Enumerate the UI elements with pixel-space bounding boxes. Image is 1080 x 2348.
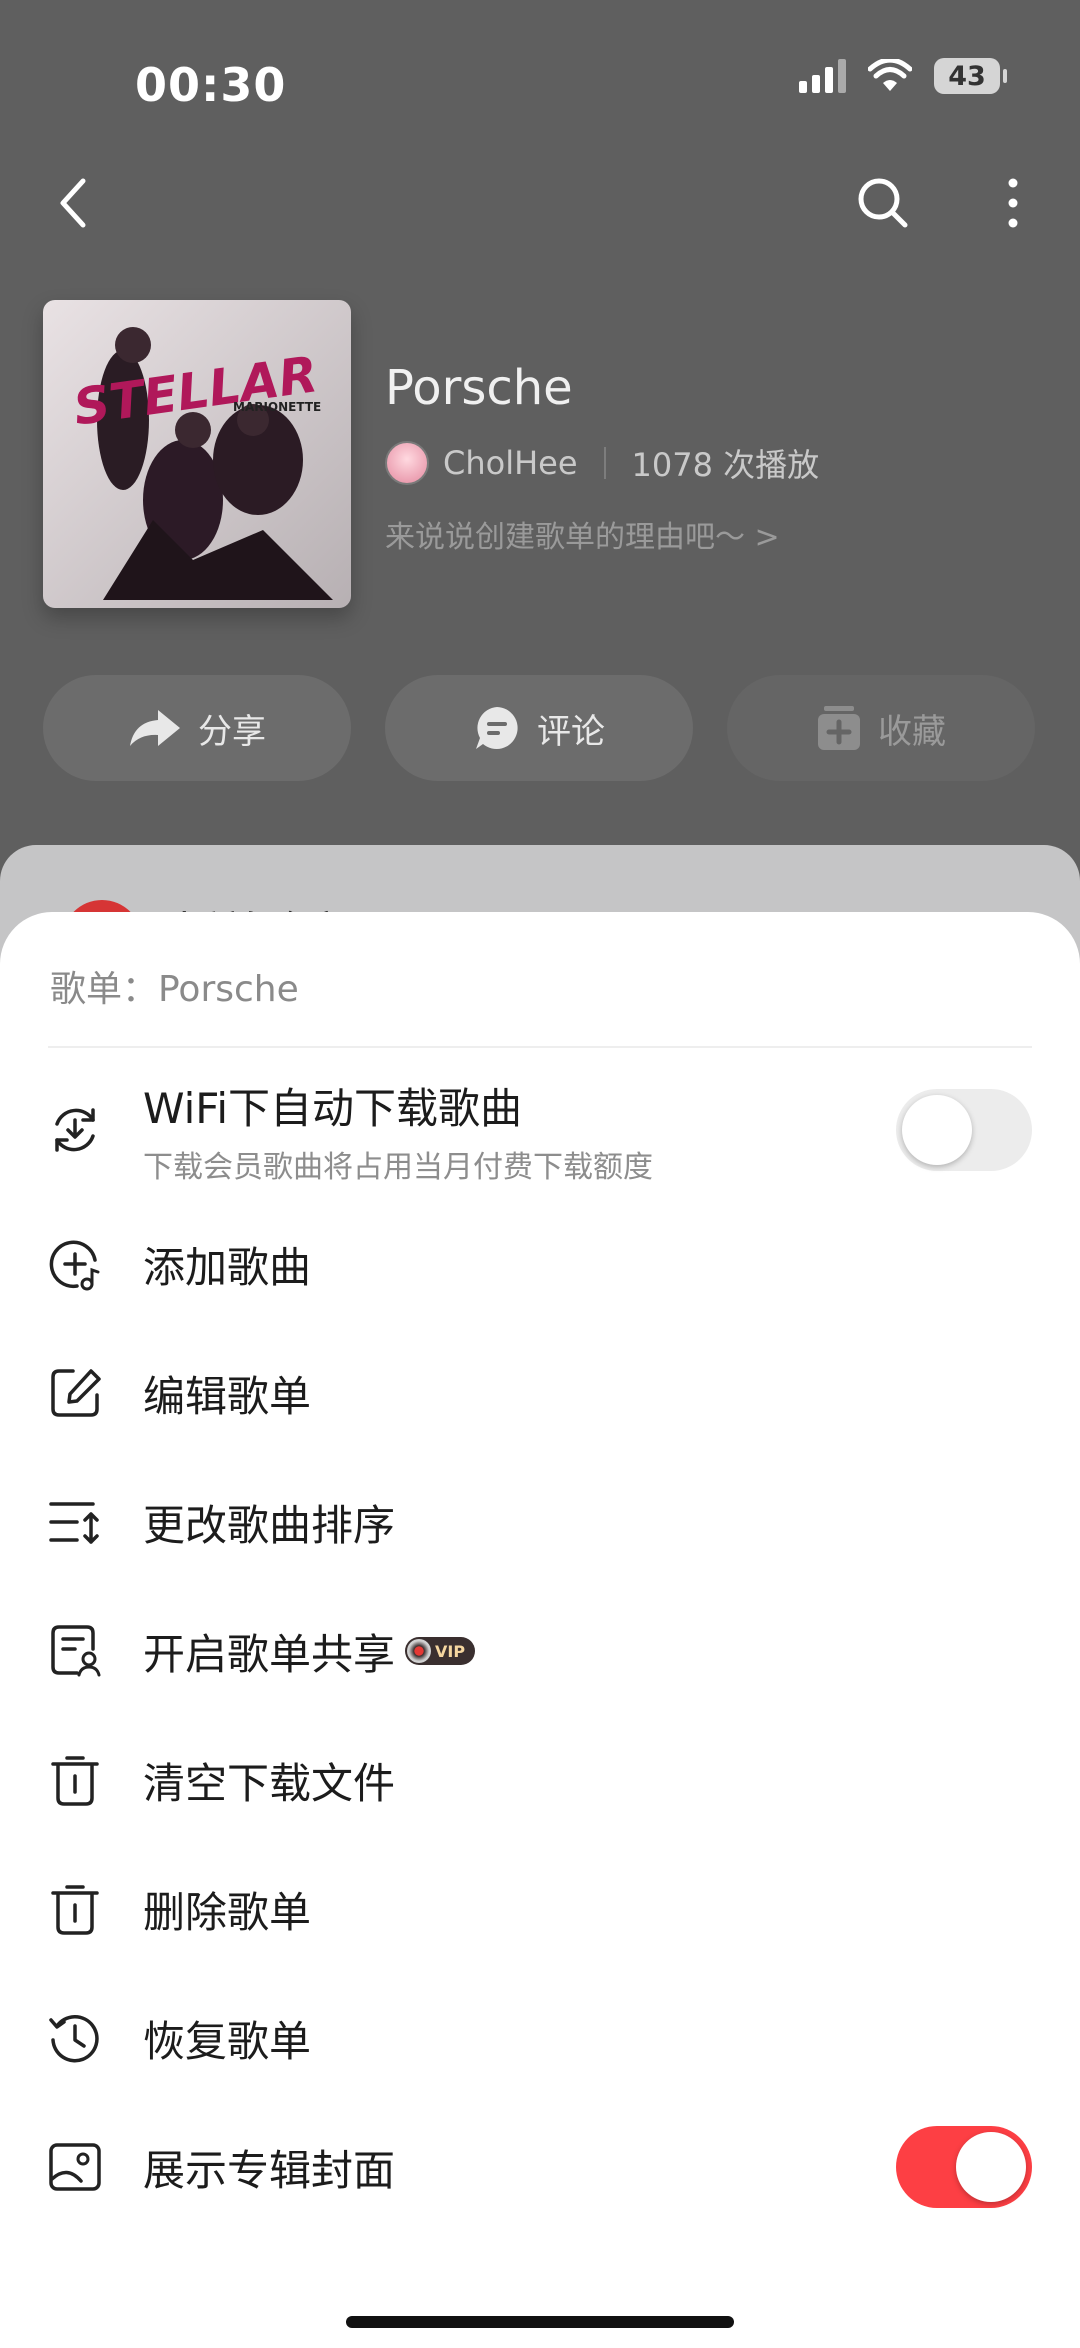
playlist-description[interactable]: 来说说创建歌单的理由吧～ > (385, 512, 780, 556)
share-label: 分享 (198, 711, 266, 752)
menu-item-label: 编辑歌单 (143, 1371, 312, 1421)
collect-button[interactable]: 收藏 (727, 675, 1035, 781)
auto-download-icon (45, 1100, 105, 1160)
status-time: 00:30 (135, 58, 287, 112)
menu-item-sublabel: 下载会员歌曲将占用当月付费下载额度 (143, 1149, 653, 1185)
battery-icon: 43 (934, 58, 1007, 94)
add-music-icon (45, 1234, 105, 1294)
menu-item-share-playlist[interactable]: 开启歌单共享 VIP (0, 1587, 1080, 1715)
vip-badge-label: VIP (435, 1641, 466, 1661)
menu-item-label: WiFi下自动下载歌曲 (143, 1083, 523, 1133)
cover-subtitle: MARIONETTE (233, 400, 322, 414)
menu-item-delete-playlist[interactable]: 删除歌单 (0, 1845, 1080, 1973)
menu-item-label: 删除歌单 (143, 1887, 312, 1937)
share-icon (130, 710, 180, 746)
menu-item-label: 更改歌曲排序 (143, 1500, 396, 1550)
wifi-download-toggle[interactable] (896, 1089, 1032, 1171)
menu-item-label: 清空下载文件 (143, 1758, 396, 1808)
chevron-left-icon (60, 178, 86, 228)
status-icons: 43 (799, 58, 1007, 94)
toggle-knob (956, 2132, 1026, 2202)
delete-icon (45, 1879, 105, 1939)
cellular-signal-icon (799, 59, 846, 93)
creator-name[interactable]: CholHee (443, 444, 578, 482)
menu-item-sort[interactable]: 更改歌曲排序 (0, 1458, 1080, 1586)
menu-item-label: 恢复歌单 (143, 2016, 312, 2066)
sheet-title: 歌单：Porsche (50, 969, 299, 1010)
search-icon (858, 178, 908, 228)
play-count: 1078 次播放 (631, 446, 820, 484)
menu-item-clear-downloads[interactable]: 清空下载文件 (0, 1716, 1080, 1844)
back-button[interactable] (38, 168, 108, 238)
show-cover-toggle[interactable] (896, 2126, 1032, 2208)
menu-item-label: 开启歌单共享 (143, 1629, 396, 1679)
image-icon (45, 2137, 105, 2197)
menu-item-label: 展示专辑封面 (143, 2145, 396, 2195)
wifi-icon (868, 59, 912, 91)
sheet-divider (48, 1046, 1032, 1048)
menu-item-label: 添加歌曲 (143, 1242, 312, 1292)
divider (603, 447, 606, 479)
menu-item-edit-playlist[interactable]: 编辑歌单 (0, 1329, 1080, 1457)
collect-icon (818, 706, 860, 750)
menu-item-wifi-download[interactable]: WiFi下自动下载歌曲 下载会员歌曲将占用当月付费下载额度 (0, 1066, 1080, 1194)
home-indicator[interactable] (346, 2316, 734, 2328)
comment-icon (476, 707, 518, 749)
menu-item-show-cover[interactable]: 展示专辑封面 (0, 2103, 1080, 2231)
share-button[interactable]: 分享 (43, 675, 351, 781)
comment-label: 评论 (537, 711, 605, 752)
search-button[interactable] (848, 168, 918, 238)
menu-item-add-song[interactable]: 添加歌曲 (0, 1200, 1080, 1328)
vinyl-icon (407, 1639, 432, 1663)
collect-label: 收藏 (878, 711, 946, 752)
trash-icon (45, 1750, 105, 1810)
playlist-title: Porsche (385, 360, 573, 416)
toggle-knob (902, 1095, 972, 1165)
vip-badge: VIP (405, 1637, 476, 1665)
creator-row[interactable]: CholHee 1078 次播放 (385, 440, 819, 486)
menu-item-restore-playlist[interactable]: 恢复歌单 (0, 1974, 1080, 2102)
more-vertical-icon (1008, 178, 1018, 228)
comment-button[interactable]: 评论 (385, 675, 693, 781)
history-icon (45, 2008, 105, 2068)
more-button[interactable] (978, 168, 1048, 238)
playlist-cover[interactable]: STELLAR MARIONETTE (43, 300, 351, 608)
avatar[interactable] (385, 441, 429, 485)
sort-icon (45, 1492, 105, 1552)
edit-icon (45, 1363, 105, 1423)
shared-list-icon (45, 1621, 105, 1681)
